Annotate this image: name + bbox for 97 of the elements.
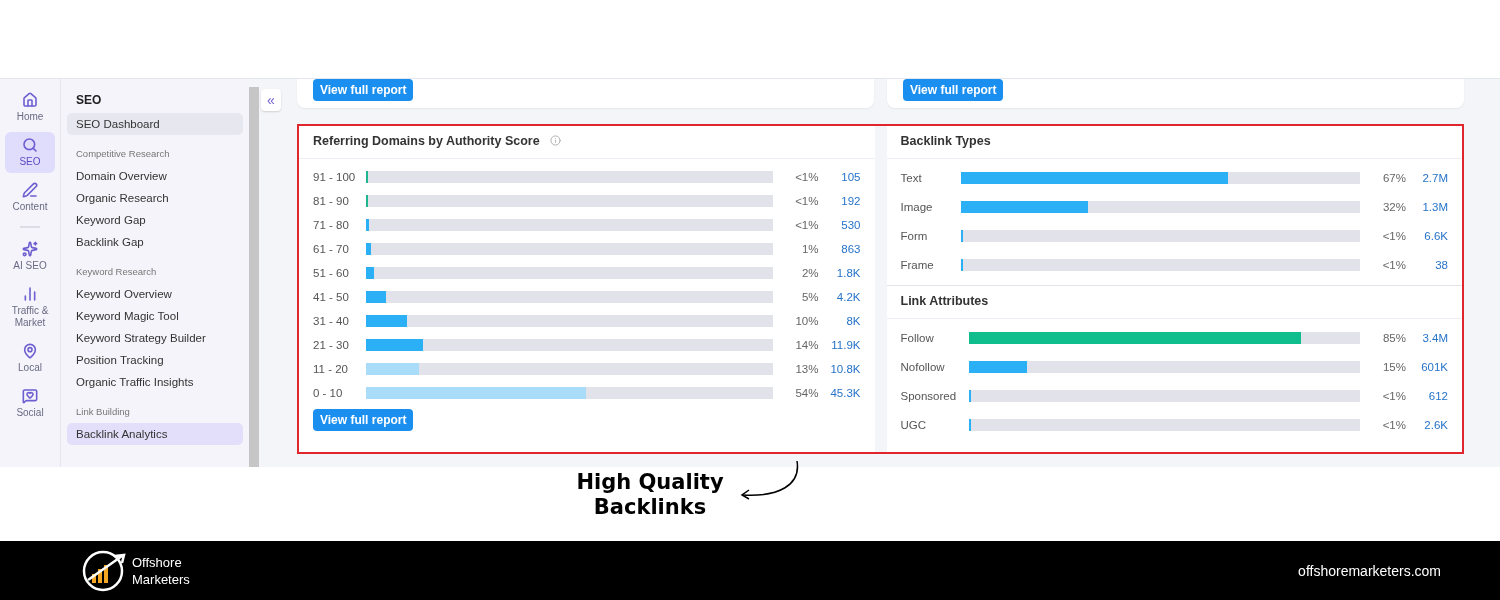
count-link[interactable]: 38 bbox=[1406, 259, 1448, 272]
row-label: 61 - 70 bbox=[313, 242, 350, 255]
rail-item[interactable]: SEO bbox=[5, 131, 55, 173]
count-link[interactable]: 612 bbox=[1406, 390, 1448, 403]
row-label: 71 - 80 bbox=[313, 218, 350, 231]
collapse-button[interactable]: « bbox=[261, 88, 281, 111]
card-title: Backlink Types bbox=[900, 133, 991, 148]
percent-value: 85% bbox=[1381, 332, 1406, 345]
nav-item[interactable]: Backlink Analytics bbox=[67, 422, 243, 445]
website-text: offshoremarketers.com bbox=[1298, 562, 1441, 579]
percent-value: <1% bbox=[1381, 419, 1406, 432]
percent-value: 14% bbox=[794, 338, 819, 351]
count-link[interactable]: 192 bbox=[818, 194, 861, 207]
count-link[interactable]: 601K bbox=[1406, 361, 1448, 374]
percent-value: <1% bbox=[1381, 259, 1406, 272]
row-label: Image bbox=[900, 201, 934, 214]
nav-item[interactable]: Keyword Strategy Builder bbox=[67, 326, 243, 349]
chat-heart-icon bbox=[22, 387, 38, 404]
row-label: 41 - 50 bbox=[313, 290, 350, 303]
percent-value: <1% bbox=[794, 218, 819, 231]
pen-icon bbox=[22, 181, 38, 198]
card-title: Link Attributes bbox=[900, 293, 989, 308]
row-label: Frame bbox=[900, 259, 935, 272]
nav-section-heading: Competitive Research bbox=[75, 146, 171, 161]
sparkles-icon bbox=[22, 240, 38, 257]
nav-section-heading: Keyword Research bbox=[75, 264, 158, 279]
row-label: 21 - 30 bbox=[313, 338, 350, 351]
percent-value: <1% bbox=[794, 194, 819, 207]
percent-value: <1% bbox=[1381, 230, 1406, 243]
row-label: Text bbox=[900, 172, 923, 185]
row-label: Sponsored bbox=[900, 390, 958, 403]
search-icon bbox=[22, 136, 38, 153]
percent-value: 5% bbox=[800, 290, 819, 303]
nav-item[interactable]: Keyword Gap bbox=[67, 208, 243, 231]
percent-value: 67% bbox=[1381, 172, 1406, 185]
rail-item[interactable]: Social bbox=[5, 382, 55, 424]
rail-item[interactable]: Local bbox=[5, 337, 55, 379]
nav-item[interactable]: SEO Dashboard bbox=[67, 112, 243, 135]
count-link[interactable]: 6.6K bbox=[1406, 230, 1448, 243]
bar-chart-icon bbox=[22, 285, 38, 302]
card-title: Referring Domains by Authority Score bbox=[313, 133, 540, 148]
row-label: 51 - 60 bbox=[313, 266, 350, 279]
nav-item[interactable]: Keyword Overview bbox=[67, 282, 243, 305]
percent-value: 10% bbox=[794, 314, 819, 327]
row-label: 91 - 100 bbox=[313, 170, 357, 183]
brand-name: Offshore bbox=[132, 553, 183, 571]
home-icon bbox=[22, 91, 38, 108]
nav-item[interactable]: Organic Traffic Insights bbox=[67, 370, 243, 393]
percent-value: 1% bbox=[800, 242, 819, 255]
nav-item[interactable]: Organic Research bbox=[67, 186, 243, 209]
row-label: UGC bbox=[900, 419, 928, 432]
rail-item[interactable]: Traffic & Market bbox=[5, 280, 55, 334]
percent-value: 54% bbox=[794, 386, 819, 399]
count-link[interactable]: 530 bbox=[818, 218, 861, 231]
nav-section-heading: Link Building bbox=[75, 404, 131, 419]
count-link[interactable]: 105 bbox=[818, 170, 861, 183]
view-report-button[interactable]: View full report bbox=[903, 78, 1004, 101]
count-link[interactable]: 10.8K bbox=[818, 362, 861, 375]
count-link[interactable]: 4.2K bbox=[818, 290, 861, 303]
row-label: Nofollow bbox=[900, 361, 946, 374]
nav-item[interactable]: Position Tracking bbox=[67, 348, 243, 371]
count-link[interactable]: 8K bbox=[818, 314, 861, 327]
rail-item[interactable]: Content bbox=[5, 176, 55, 218]
count-link[interactable]: 863 bbox=[818, 242, 861, 255]
nav-item[interactable]: Backlink Gap bbox=[67, 230, 243, 253]
nav-item[interactable]: Domain Overview bbox=[67, 164, 243, 187]
scrollbar[interactable] bbox=[249, 86, 259, 468]
row-label: 81 - 90 bbox=[313, 194, 350, 207]
count-link[interactable]: 11.9K bbox=[818, 338, 861, 351]
percent-value: <1% bbox=[1381, 390, 1406, 403]
brand-name: Marketers bbox=[132, 570, 190, 588]
nav-title: SEO bbox=[75, 91, 103, 109]
percent-value: <1% bbox=[794, 170, 819, 183]
rail-item[interactable]: AI SEO bbox=[5, 235, 55, 277]
count-link[interactable]: 3.4M bbox=[1406, 332, 1448, 345]
percent-value: 2% bbox=[800, 266, 819, 279]
row-label: Follow bbox=[900, 332, 935, 345]
count-link[interactable]: 2.6K bbox=[1406, 419, 1448, 432]
map-pin-icon bbox=[22, 342, 38, 359]
rail-item[interactable]: Home bbox=[5, 86, 55, 128]
count-link[interactable]: 2.7M bbox=[1406, 172, 1448, 185]
row-label: 31 - 40 bbox=[313, 314, 350, 327]
row-label: 11 - 20 bbox=[313, 362, 349, 375]
view-report-button[interactable]: View full report bbox=[313, 78, 414, 101]
count-link[interactable]: 1.3M bbox=[1406, 201, 1448, 214]
info-icon[interactable] bbox=[549, 135, 561, 147]
percent-value: 32% bbox=[1381, 201, 1406, 214]
logo-icon bbox=[82, 549, 128, 592]
row-label: Form bbox=[900, 230, 929, 243]
count-link[interactable]: 1.8K bbox=[818, 266, 861, 279]
percent-value: 13% bbox=[794, 362, 819, 375]
percent-value: 15% bbox=[1381, 361, 1406, 374]
view-report-button[interactable]: View full report bbox=[313, 408, 414, 431]
annotation-text: High Quality Backlinks bbox=[575, 469, 725, 522]
row-label: 0 - 10 bbox=[313, 386, 344, 399]
nav-item[interactable]: Keyword Magic Tool bbox=[67, 304, 243, 327]
count-link[interactable]: 45.3K bbox=[818, 386, 861, 399]
